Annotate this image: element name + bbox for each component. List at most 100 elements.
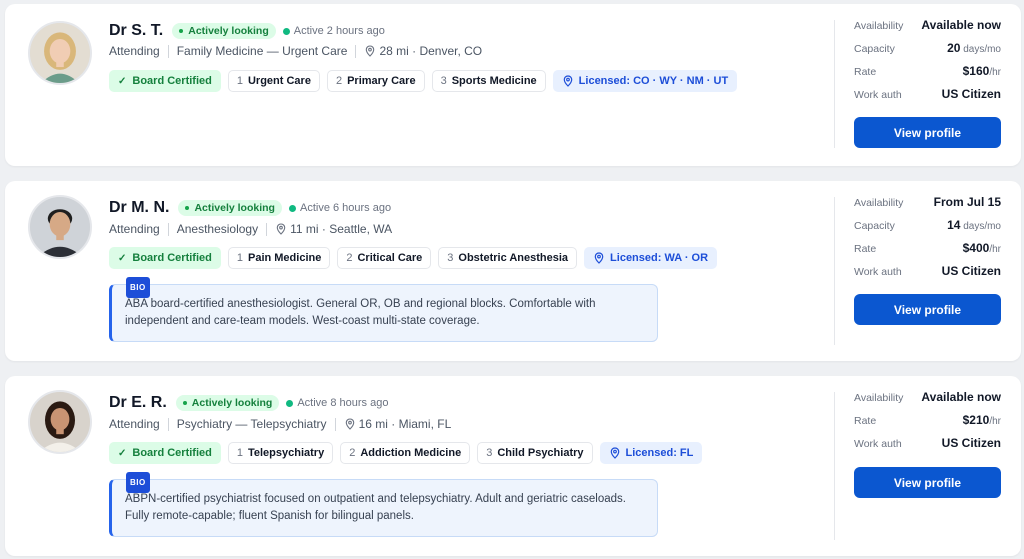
view-profile-button[interactable]: View profile bbox=[854, 294, 1001, 325]
stat-availability: Availability From Jul 15 bbox=[854, 195, 1001, 218]
stat-number: 14 bbox=[947, 218, 961, 232]
provider-name[interactable]: Dr M. N. bbox=[109, 199, 169, 217]
specialty: Family Medicine — Urgent Care bbox=[176, 44, 348, 58]
tag-rank: 3 bbox=[440, 75, 447, 87]
avatar[interactable] bbox=[28, 195, 92, 259]
stat-availability: Availability Available now bbox=[854, 390, 1001, 413]
bio-badge: BIO bbox=[126, 472, 150, 493]
stat-value: US Citizen bbox=[942, 87, 1001, 101]
check-icon: ✓ bbox=[118, 252, 127, 264]
tag-rank: 1 bbox=[236, 75, 243, 87]
license-badge: Licensed: CO · WY · NM · UT bbox=[552, 70, 738, 92]
location: 16 mi · Miami, FL bbox=[358, 417, 452, 431]
avatar[interactable] bbox=[28, 21, 92, 85]
tag-row: ✓ Board Certified 1 Pain Medicine 2 Critica… bbox=[109, 247, 724, 269]
meta-row: Attending Anesthesiology 11 mi · Seattle… bbox=[109, 221, 392, 237]
name-row: Dr M. N. Actively looking Active 6 hours… bbox=[109, 197, 391, 219]
provider-card: Dr E. R. Actively looking Active 8 hours… bbox=[5, 376, 1021, 556]
role: Attending bbox=[109, 417, 160, 431]
online-dot-icon bbox=[282, 27, 290, 35]
stat-number: $210 bbox=[962, 413, 990, 427]
divider bbox=[834, 197, 835, 345]
cert-label: Board Certified bbox=[132, 75, 212, 87]
stat-rate: Rate $400/hr bbox=[854, 241, 1001, 264]
last-active-label: Active 6 hours ago bbox=[299, 202, 392, 214]
stat-work-auth: Work auth US Citizen bbox=[854, 436, 1001, 459]
tag-label: Telepsychiatry bbox=[247, 447, 325, 459]
status-badge: Actively looking bbox=[172, 23, 276, 39]
cert-label: Board Certified bbox=[132, 447, 212, 459]
divider bbox=[334, 417, 336, 431]
specialty-tag: 1 Pain Medicine bbox=[227, 247, 331, 269]
stats-panel: Availability Available now Capacity 20 day… bbox=[854, 18, 1001, 110]
location-pin-icon bbox=[610, 447, 619, 459]
stat-number: Available now bbox=[921, 18, 1001, 32]
role: Attending bbox=[109, 222, 160, 236]
check-icon: ✓ bbox=[118, 447, 127, 459]
last-active: Active 8 hours ago bbox=[286, 397, 388, 409]
stat-value: $160/hr bbox=[963, 64, 1001, 78]
stat-label: Work auth bbox=[854, 266, 902, 278]
status-dot-icon bbox=[179, 29, 184, 33]
status-label: Actively looking bbox=[194, 202, 275, 214]
stat-label: Availability bbox=[854, 392, 904, 404]
last-active-label: Active 2 hours ago bbox=[293, 25, 385, 37]
status-label: Actively looking bbox=[188, 25, 269, 37]
last-active: Active 6 hours ago bbox=[288, 202, 392, 214]
stat-unit: days/mo bbox=[960, 44, 1001, 55]
divider bbox=[167, 44, 169, 58]
location-pin-icon bbox=[563, 75, 572, 87]
tag-label: Obstetric Anesthesia bbox=[458, 252, 569, 264]
divider bbox=[834, 20, 835, 148]
license-badge: Licensed: WA · OR bbox=[584, 247, 718, 269]
tag-row: ✓ Board Certified 1 Urgent Care 2 Primary C… bbox=[109, 70, 744, 92]
stat-value: US Citizen bbox=[942, 436, 1001, 450]
location-pin-icon bbox=[345, 418, 354, 430]
last-active: Active 2 hours ago bbox=[282, 25, 385, 37]
stat-number: Available now bbox=[921, 390, 1001, 404]
provider-name[interactable]: Dr E. R. bbox=[109, 394, 167, 412]
status-dot-icon bbox=[185, 206, 190, 210]
provider-card: Dr M. N. Actively looking Active 6 hours… bbox=[5, 181, 1021, 361]
board-certified-badge: ✓ Board Certified bbox=[109, 442, 221, 464]
cert-label: Board Certified bbox=[132, 252, 212, 264]
stat-label: Availability bbox=[854, 197, 904, 209]
provider-name[interactable]: Dr S. T. bbox=[109, 22, 163, 40]
tag-rank: 2 bbox=[346, 252, 353, 264]
status-badge: Actively looking bbox=[175, 395, 280, 411]
specialty-tag: 3 Child Psychiatry bbox=[477, 442, 593, 464]
stat-value: US Citizen bbox=[942, 264, 1001, 278]
stat-capacity: Capacity 14 days/mo bbox=[854, 218, 1001, 241]
specialty-tag: 1 Urgent Care bbox=[227, 70, 320, 92]
status-badge: Actively looking bbox=[178, 200, 282, 216]
stat-value: $400/hr bbox=[963, 241, 1001, 255]
stat-number: US Citizen bbox=[941, 264, 1001, 278]
view-profile-button[interactable]: View profile bbox=[854, 117, 1001, 148]
bio-box: BIO ABA board-certified anesthesiologist… bbox=[109, 277, 658, 342]
stat-value: 20 days/mo bbox=[947, 41, 1001, 55]
tag-rank: 2 bbox=[349, 447, 356, 459]
tag-rank: 3 bbox=[486, 447, 493, 459]
online-dot-icon bbox=[288, 204, 296, 212]
bio-text: ABPN-certified psychiatrist focused on o… bbox=[125, 493, 626, 522]
stat-value: 14 days/mo bbox=[947, 218, 1001, 232]
stats-panel: Availability Available now Rate $210/hr Wo… bbox=[854, 390, 1001, 459]
stat-label: Rate bbox=[854, 415, 877, 427]
tag-rank: 1 bbox=[236, 447, 243, 459]
check-icon: ✓ bbox=[118, 75, 127, 87]
stat-work-auth: Work auth US Citizen bbox=[854, 87, 1001, 110]
stat-work-auth: Work auth US Citizen bbox=[854, 264, 1001, 287]
tag-rank: 3 bbox=[447, 252, 454, 264]
stat-label: Work auth bbox=[854, 89, 902, 101]
avatar[interactable] bbox=[28, 390, 92, 454]
status-label: Actively looking bbox=[191, 397, 273, 409]
view-profile-button[interactable]: View profile bbox=[854, 467, 1001, 498]
board-certified-badge: ✓ Board Certified bbox=[109, 70, 221, 92]
location-pin-icon bbox=[366, 45, 375, 57]
stat-number: 20 bbox=[947, 41, 961, 55]
location: 11 mi · Seattle, WA bbox=[290, 222, 393, 236]
tag-rank: 2 bbox=[335, 75, 343, 87]
provider-card: Dr S. T. Actively looking Active 2 hours… bbox=[5, 4, 1021, 166]
specialty-tag: 2 Critical Care bbox=[337, 247, 432, 269]
divider bbox=[167, 222, 169, 236]
